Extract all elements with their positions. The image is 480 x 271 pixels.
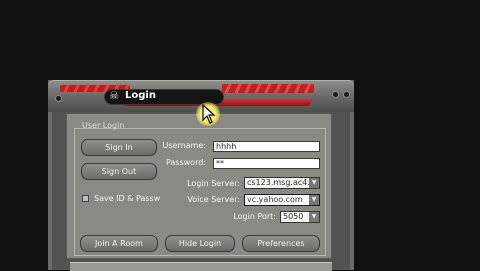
username-label: Username: [162,141,206,150]
voice-server-select[interactable]: vc.yahoo.com ▼ [244,194,320,206]
sign-out-button[interactable]: Sign Out [81,163,157,180]
dropdown-arrow-icon[interactable]: ▼ [309,195,319,205]
login-server-value: cs123.msg.ac4.y [247,178,315,187]
skull-icon: ☠ [109,89,119,102]
login-port-value: 5050 [283,212,304,221]
close-dot-icon[interactable] [332,91,339,98]
password-label: Password: [165,158,206,167]
login-port-select[interactable]: 5050 ▼ [280,211,320,223]
dropdown-arrow-icon[interactable]: ▼ [309,212,319,222]
username-field[interactable]: hhhh [213,141,320,152]
join-room-button[interactable]: Join A Room [80,235,158,252]
group-title: User Login [82,121,125,130]
voice-server-label: Voice Server: [187,195,240,204]
preferences-button[interactable]: Preferences [242,235,320,252]
password-field[interactable]: ** [213,158,320,169]
title-bar-red-stripe-right [222,84,314,93]
corner-screw-icon [55,95,62,102]
login-server-label: Login Server: [187,179,240,188]
login-server-select[interactable]: cs123.msg.ac4.y ▼ [244,177,320,189]
voice-server-value: vc.yahoo.com [247,195,303,204]
save-id-label: Save ID & Passw [94,194,161,203]
mouse-cursor-icon [202,104,216,124]
save-id-checkbox[interactable] [82,195,89,202]
window-title: Login [125,90,156,101]
login-port-label: Login Port: [233,212,276,221]
dropdown-arrow-icon[interactable]: ▼ [309,178,319,188]
minimize-dot-icon[interactable] [343,91,350,98]
hide-login-button[interactable]: Hide Login [165,235,235,252]
sign-in-button[interactable]: Sign In [81,139,157,156]
